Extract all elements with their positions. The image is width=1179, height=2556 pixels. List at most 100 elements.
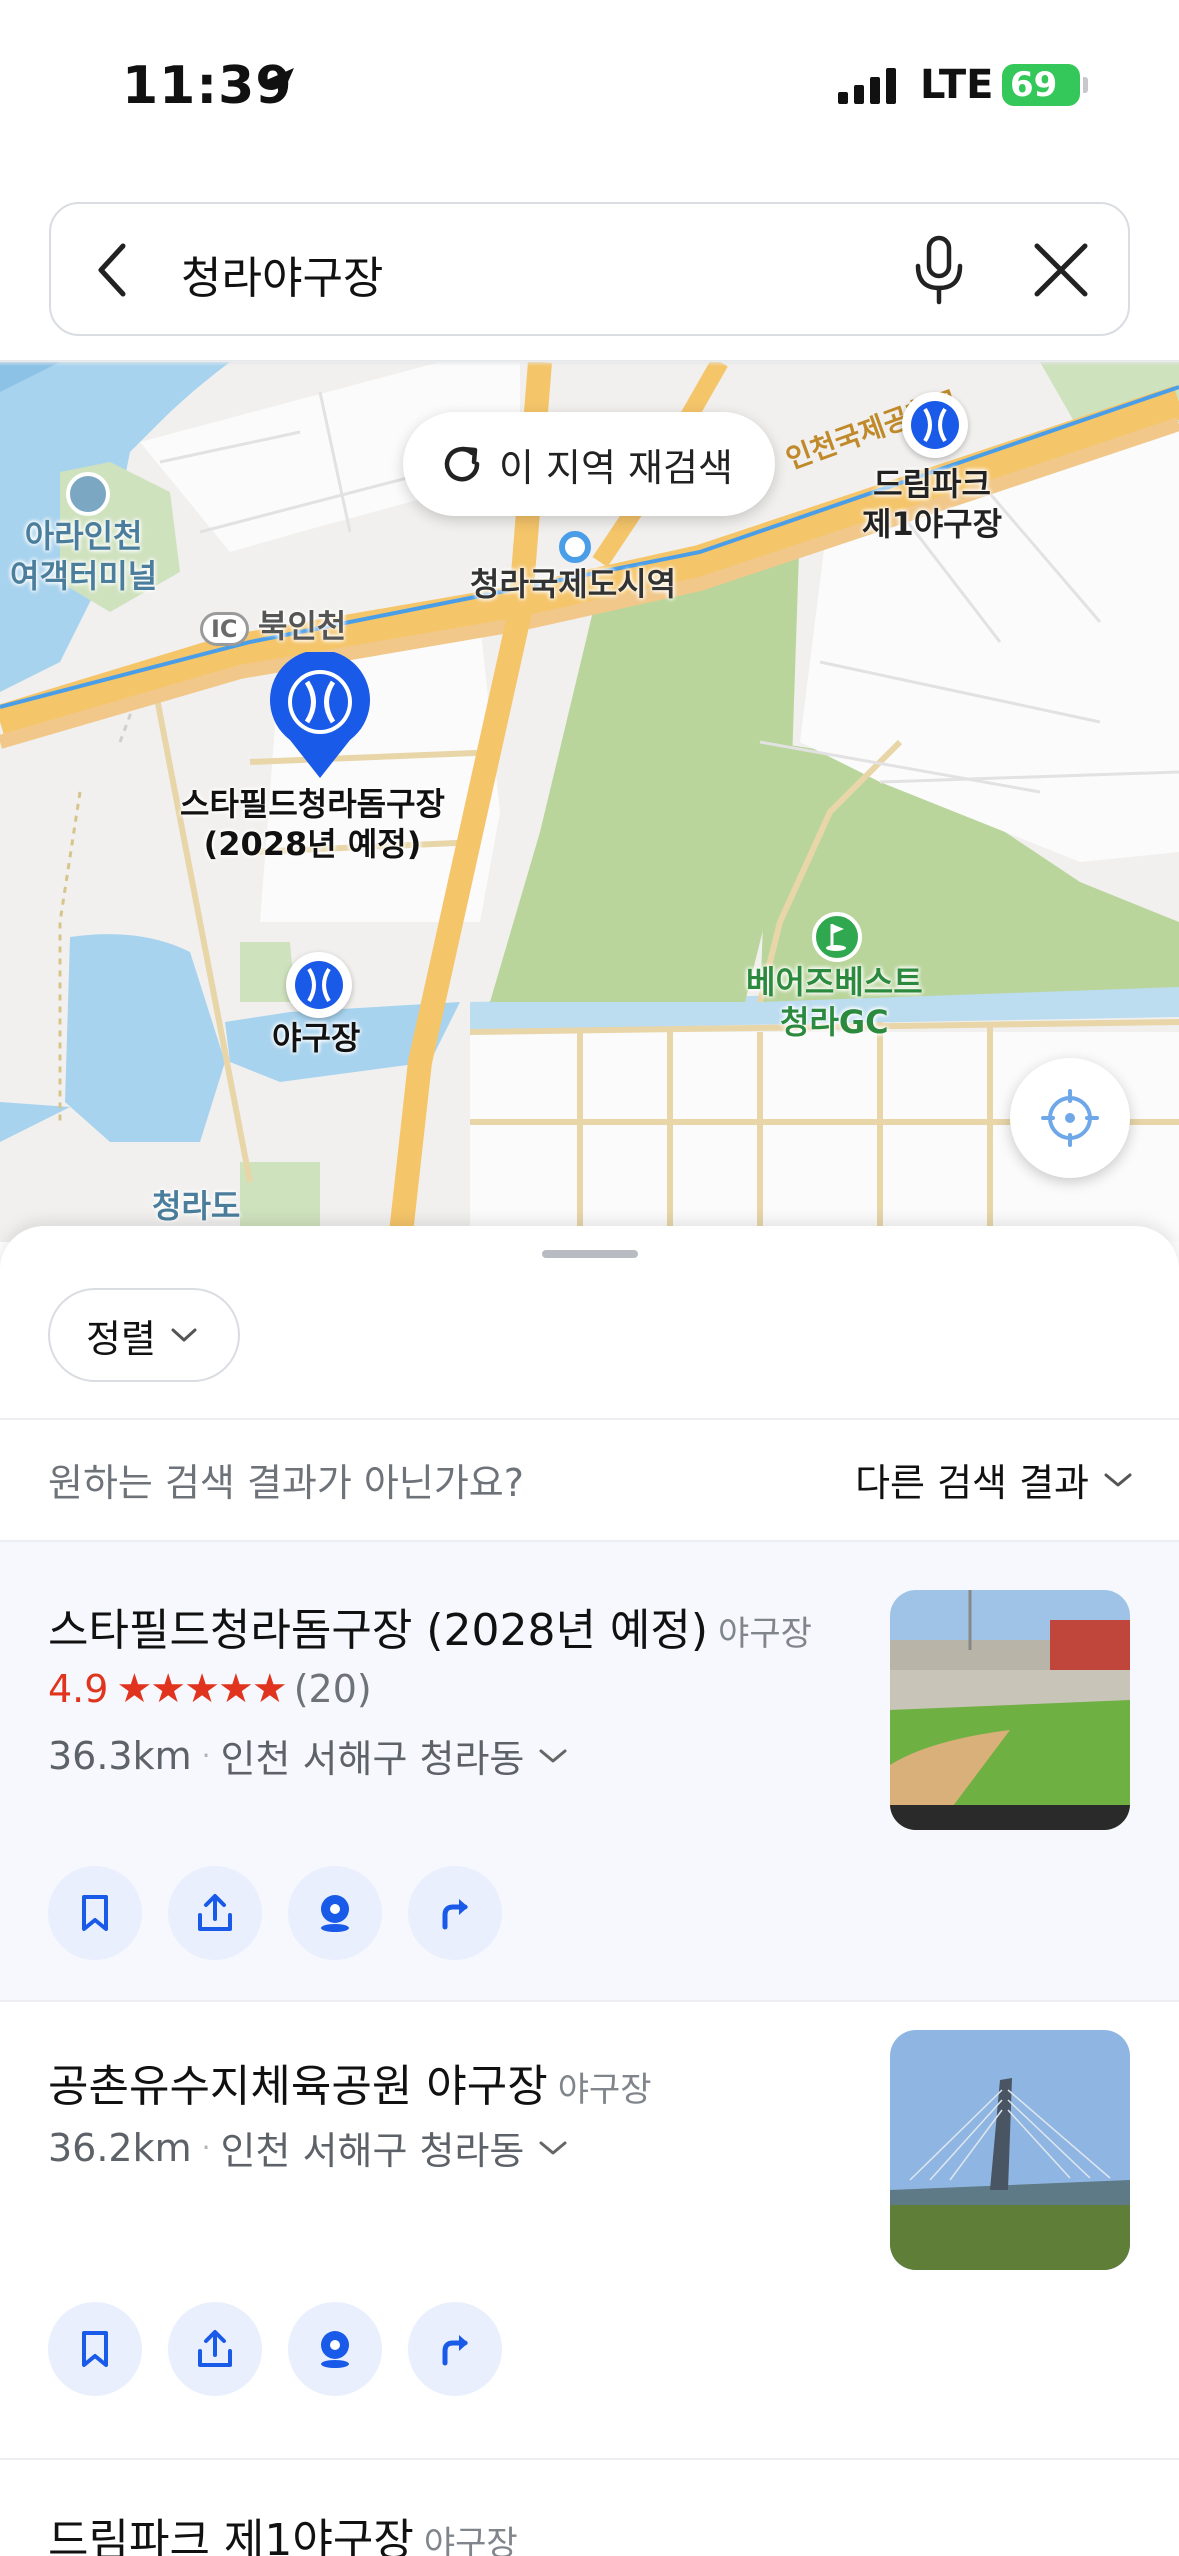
result-title[interactable]: 드림파크 제1야구장 xyxy=(48,2515,414,2556)
battery-tip xyxy=(1083,77,1088,93)
share-icon xyxy=(198,1894,232,1931)
battery-level: 69 xyxy=(1010,65,1058,105)
roadview-button[interactable] xyxy=(288,2302,382,2396)
map-label-bukincheon: 북인천 xyxy=(258,606,346,646)
save-button[interactable] xyxy=(48,2302,142,2396)
baseball-label: 야구장 xyxy=(272,1019,361,1057)
result-category: 야구장 xyxy=(718,1614,812,1654)
baseball-icon xyxy=(911,401,959,449)
result-location[interactable]: 36.3km · 인천 서해구 청라동 xyxy=(48,1728,568,1783)
result-item[interactable]: 공촌유수지체육공원 야구장 야구장 36.2km · 인천 서해구 청라동 xyxy=(0,2002,1179,2458)
result-title-row[interactable]: 스타필드청라돔구장 (2028년 예정) 야구장 xyxy=(48,1594,812,1658)
golf-pin[interactable] xyxy=(812,912,862,962)
roadview-icon xyxy=(321,2331,349,2368)
save-button[interactable] xyxy=(48,1866,142,1960)
map-label-terminal[interactable]: 아라인천 여객터미널 xyxy=(10,516,157,596)
bookmark-icon xyxy=(82,1895,108,1931)
bukincheon-label: 북인천 xyxy=(258,607,347,645)
station-label: 청라국제도시역 xyxy=(470,565,677,603)
result-address: 인천 서해구 청라동 xyxy=(220,2129,525,2173)
current-location-button[interactable] xyxy=(1010,1058,1130,1178)
baseball-icon xyxy=(295,961,343,1009)
chevron-down-icon xyxy=(538,1747,568,1765)
status-bar: 11:39 LTE 69 xyxy=(0,0,1179,175)
result-rating: 4.9 ★★★★★ (20) xyxy=(48,1666,372,1712)
result-actions xyxy=(48,2302,502,2396)
rating-value: 4.9 xyxy=(48,1667,109,1711)
map-view[interactable]: 아라인천 여객터미널 IC 북인천 청라국제도시역 인천국제공항고 드림파크 제… xyxy=(0,362,1179,1242)
sheet-handle[interactable] xyxy=(542,1250,638,1258)
directions-arrow-icon xyxy=(442,2335,468,2366)
ic-badge: IC xyxy=(200,612,249,646)
separator-dot: · xyxy=(201,2131,211,2164)
sort-button[interactable]: 정렬 xyxy=(48,1288,240,1382)
result-address: 인천 서해구 청라동 xyxy=(220,1737,525,1781)
chevron-down-icon xyxy=(170,1326,198,1344)
other-results-button[interactable]: 다른 검색 결과 xyxy=(855,1452,1133,1507)
chevron-down-icon xyxy=(1103,1471,1133,1489)
results-sheet[interactable]: 정렬 원하는 검색 결과가 아닌가요? 다른 검색 결과 스타필드청라돔구장 (… xyxy=(0,1226,1179,2556)
dome-label: 스타필드청라돔구장 (2028년 예정) xyxy=(180,785,445,863)
search-bar[interactable]: 청라야구장 xyxy=(49,202,1130,336)
baseball-pin[interactable] xyxy=(286,952,352,1018)
search-query[interactable]: 청라야구장 xyxy=(181,242,383,306)
signal-icon xyxy=(838,68,898,108)
network-type: LTE xyxy=(920,62,994,108)
result-title-row[interactable]: 공촌유수지체육공원 야구장 야구장 xyxy=(48,2050,652,2114)
map-label-baseball[interactable]: 야구장 xyxy=(272,1018,360,1058)
dome-pin-selected[interactable] xyxy=(268,650,372,782)
separator-dot: · xyxy=(201,1739,211,1772)
roadview-icon xyxy=(321,1895,349,1932)
map-label-cheongnado: 청라도 xyxy=(152,1186,240,1226)
result-title[interactable]: 공촌유수지체육공원 야구장 xyxy=(48,2061,548,2112)
result-distance: 36.2km xyxy=(48,2125,192,2170)
map-label-dome[interactable]: 스타필드청라돔구장 (2028년 예정) xyxy=(180,784,445,864)
roadview-button[interactable] xyxy=(288,1866,382,1960)
divider xyxy=(0,1418,1179,1420)
result-category: 야구장 xyxy=(557,2070,652,2110)
cheongnado-label: 청라도 xyxy=(152,1187,241,1225)
back-icon[interactable] xyxy=(91,240,135,304)
location-arrow-icon xyxy=(258,64,298,108)
terminal-icon xyxy=(66,472,110,516)
result-category: 야구장 xyxy=(423,2524,518,2556)
result-photo[interactable] xyxy=(890,1590,1130,1830)
golf-label: 베어즈베스트 청라GC xyxy=(746,963,923,1041)
map-pin-icon xyxy=(270,650,370,778)
dreampark-label: 드림파크 제1야구장 xyxy=(862,465,1003,543)
golf-icon xyxy=(826,924,846,951)
result-actions xyxy=(48,1866,502,1960)
directions-button[interactable] xyxy=(408,1866,502,1960)
microphone-icon[interactable] xyxy=(909,234,969,310)
ic-label: IC xyxy=(211,615,238,643)
chevron-down-icon xyxy=(538,2139,568,2157)
rescan-area-button[interactable]: 이 지역 재검색 xyxy=(403,412,775,516)
park-photo xyxy=(890,2030,1130,2270)
share-button[interactable] xyxy=(168,2302,262,2396)
share-icon xyxy=(198,2330,232,2367)
dreampark-pin[interactable] xyxy=(902,392,968,458)
sort-label: 정렬 xyxy=(86,1316,156,1361)
bookmark-icon xyxy=(82,2331,108,2367)
other-results-label: 다른 검색 결과 xyxy=(855,1461,1089,1505)
clear-icon[interactable] xyxy=(1031,240,1091,304)
map-label-dreampark[interactable]: 드림파크 제1야구장 xyxy=(862,464,1002,544)
crosshair-icon xyxy=(1041,1089,1099,1147)
search-shadow xyxy=(0,360,1179,366)
directions-button[interactable] xyxy=(408,2302,502,2396)
review-count: (20) xyxy=(293,1667,372,1711)
result-photo[interactable] xyxy=(890,2030,1130,2270)
star-rating: ★★★★★ xyxy=(116,1666,287,1712)
result-title[interactable]: 스타필드청라돔구장 (2028년 예정) xyxy=(48,1605,708,1656)
result-title-row[interactable]: 드림파크 제1야구장 야구장 xyxy=(48,2504,518,2556)
terminal-label: 아라인천 여객터미널 xyxy=(10,517,158,595)
search-hint: 원하는 검색 결과가 아닌가요? xyxy=(48,1461,524,1505)
battery-icon: 69 xyxy=(1002,64,1080,106)
result-item[interactable]: 드림파크 제1야구장 야구장 xyxy=(0,2460,1179,2556)
share-button[interactable] xyxy=(168,1866,262,1960)
map-label-golf[interactable]: 베어즈베스트 청라GC xyxy=(746,962,923,1042)
rescan-label: 이 지역 재검색 xyxy=(499,445,733,490)
result-location[interactable]: 36.2km · 인천 서해구 청라동 xyxy=(48,2120,568,2175)
map-label-station[interactable]: 청라국제도시역 xyxy=(470,564,676,604)
result-item[interactable]: 스타필드청라돔구장 (2028년 예정) 야구장 4.9 ★★★★★ (20) 3… xyxy=(0,1542,1179,2000)
